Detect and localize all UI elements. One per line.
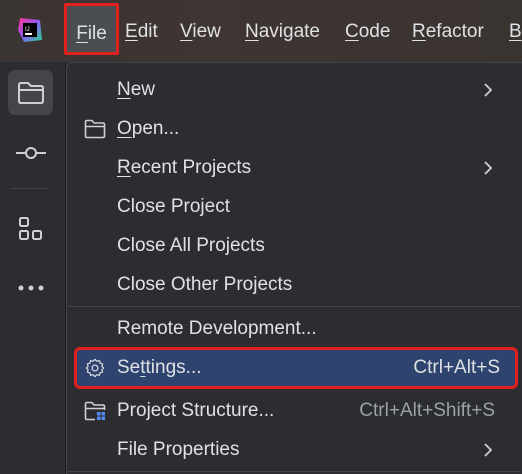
main-menu-bar: IJ File Edit View Navigate Code Refactor…: [0, 0, 522, 62]
chevron-right-icon: [484, 161, 493, 175]
menu-navigate[interactable]: Navigate: [245, 18, 320, 46]
menu-item-project-structure[interactable]: Project Structure... Ctrl+Alt+Shift+S: [67, 392, 519, 430]
file-menu-dropdown: New Open... Recent Projects Close Projec…: [66, 62, 522, 474]
commit-icon: [15, 146, 46, 159]
project-structure-shortcut: Ctrl+Alt+Shift+S: [359, 400, 495, 421]
menu-refactor[interactable]: Refactor: [412, 18, 484, 46]
settings-shortcut: Ctrl+Alt+S: [413, 357, 500, 378]
structure-icon: [18, 216, 42, 240]
menu-file[interactable]: File: [64, 3, 119, 55]
menu-separator: [68, 471, 520, 472]
svg-text:IJ: IJ: [25, 27, 30, 33]
menu-separator: [68, 306, 520, 307]
more-tool-windows-button[interactable]: [8, 265, 53, 310]
menu-view[interactable]: View: [180, 18, 221, 46]
menu-build[interactable]: B: [509, 18, 522, 46]
tool-separator: [12, 188, 48, 189]
menu-item-close-all-projects[interactable]: Close All Projects: [67, 227, 519, 265]
gear-icon: [85, 358, 105, 378]
menu-item-new[interactable]: New: [67, 71, 519, 109]
menu-edit[interactable]: Edit: [125, 18, 158, 46]
menu-item-open[interactable]: Open...: [67, 110, 519, 148]
menu-item-settings[interactable]: Settings... Ctrl+Alt+S: [74, 347, 518, 389]
more-icon: [18, 285, 43, 290]
menu-item-close-project[interactable]: Close Project: [67, 188, 519, 226]
menu-item-close-other-projects[interactable]: Close Other Projects: [67, 266, 519, 304]
menu-item-remote-development[interactable]: Remote Development...: [67, 310, 519, 348]
project-tool-button[interactable]: [8, 70, 53, 115]
structure-tool-button[interactable]: [8, 206, 53, 251]
app-logo-icon[interactable]: IJ: [16, 16, 44, 44]
commit-tool-button[interactable]: [8, 130, 53, 175]
folder-icon: [84, 119, 106, 139]
tool-window-strip: [0, 62, 66, 474]
folder-icon: [17, 81, 44, 104]
menu-code[interactable]: Code: [345, 18, 390, 46]
chevron-right-icon: [484, 443, 493, 457]
chevron-right-icon: [484, 83, 493, 97]
project-structure-icon: [84, 401, 106, 421]
menu-item-recent-projects[interactable]: Recent Projects: [67, 149, 519, 187]
menu-item-file-properties[interactable]: File Properties: [67, 431, 519, 469]
